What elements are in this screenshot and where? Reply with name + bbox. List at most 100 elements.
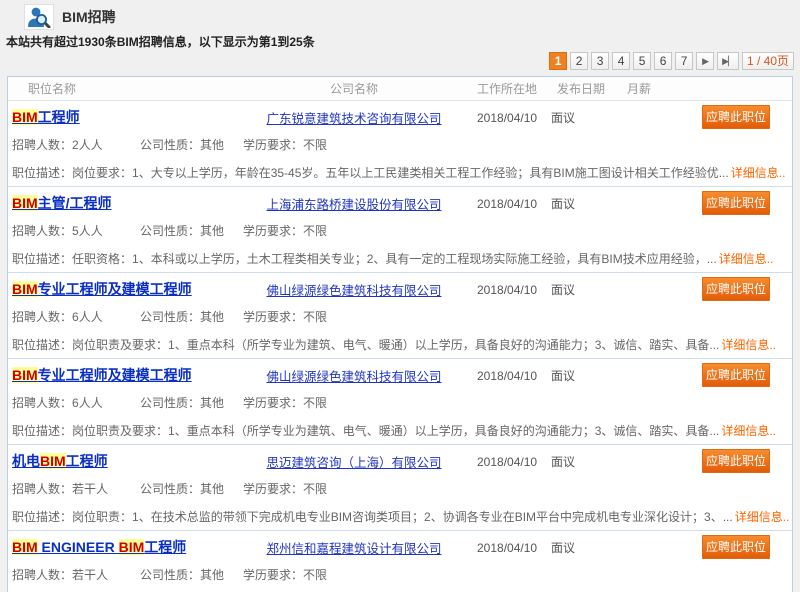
- more-info-link[interactable]: 详细信息..: [731, 164, 786, 181]
- education-pair: 学历要求：不限: [243, 222, 327, 239]
- job-company-link[interactable]: 佛山绿源绿色建筑科技有限公司: [266, 370, 441, 384]
- job-row-info-line: 招聘人数：若干人 公司性质：其他 学历要求：不限: [8, 561, 792, 588]
- header-salary: 月薪: [627, 80, 792, 97]
- job-title-cell: BIM专业工程师及建模工程师: [8, 279, 231, 299]
- company-nature-pair: 公司性质：其他: [140, 566, 243, 583]
- apply-button[interactable]: 应聘此职位: [702, 277, 770, 301]
- recruit-count-pair: 招聘人数：若干人: [12, 566, 140, 583]
- header-company: 公司名称: [231, 80, 477, 97]
- job-title-link[interactable]: 机电BIM工程师: [12, 453, 108, 469]
- header-post-date: 发布日期: [557, 80, 627, 97]
- job-company-cell: 思迈建筑咨询（上海）有限公司: [231, 452, 477, 471]
- company-nature-pair: 公司性质：其他: [140, 308, 243, 325]
- table-header: 职位名称 公司名称 工作所在地 发布日期 月薪: [8, 77, 792, 101]
- job-row-desc-line: 职位描述：任职资格：1、本科及以上学历，具有1年以上工作经验，有施工现场工作经验…: [8, 588, 792, 592]
- more-info-link[interactable]: 详细信息..: [719, 250, 774, 267]
- desc-label: 职位描述：: [12, 508, 72, 525]
- page-button-2[interactable]: 2: [570, 52, 588, 70]
- job-date-salary-cell: 2018/04/10面议: [477, 539, 637, 556]
- desc-label: 职位描述：: [12, 164, 72, 181]
- recruit-count-label: 招聘人数：: [12, 568, 72, 582]
- company-nature-label: 公司性质：: [140, 224, 200, 238]
- apply-button[interactable]: 应聘此职位: [702, 191, 770, 215]
- more-info-link[interactable]: 详细信息..: [721, 422, 776, 439]
- title-text: 专业工程师及建模工程师: [38, 367, 192, 383]
- job-company-link[interactable]: 郑州信和嘉程建筑设计有限公司: [266, 542, 441, 556]
- page-button-7[interactable]: 7: [675, 52, 693, 70]
- apply-button[interactable]: 应聘此职位: [702, 363, 770, 387]
- job-company-cell: 广东锐意建筑技术咨询有限公司: [231, 108, 477, 127]
- job-title-cell: BIM主管/工程师: [8, 193, 231, 213]
- recruit-count-value: 5人人: [72, 224, 103, 238]
- job-row-info-line: 招聘人数：2人人 公司性质：其他 学历要求：不限: [8, 131, 792, 158]
- job-row-main-line: 机电BIM工程师 思迈建筑咨询（上海）有限公司 2018/04/10面议 应聘此…: [8, 445, 792, 475]
- job-company-cell: 上海浦东路桥建设股份有限公司: [231, 194, 477, 213]
- page-button-3[interactable]: 3: [591, 52, 609, 70]
- more-info-link[interactable]: 详细信息..: [721, 336, 776, 353]
- job-post-date: 2018/04/10: [477, 111, 551, 125]
- job-post-date: 2018/04/10: [477, 283, 551, 297]
- title-text: 工程师: [38, 109, 80, 125]
- desc-label: 职位描述：: [12, 250, 72, 267]
- job-row-desc-line: 职位描述：岗位职责及要求：1、重点本科（所学专业为建筑、电气、暖通）以上学历，具…: [8, 330, 792, 358]
- job-company-link[interactable]: 上海浦东路桥建设股份有限公司: [266, 198, 441, 212]
- job-row-info-line: 招聘人数：6人人 公司性质：其他 学历要求：不限: [8, 303, 792, 330]
- more-info-link[interactable]: 详细信息..: [735, 508, 790, 525]
- desc-label: 职位描述：: [12, 422, 72, 439]
- desc-text: 岗位职责及要求：1、重点本科（所学专业为建筑、电气、暖通）以上学历，具备良好的沟…: [72, 336, 719, 353]
- last-page-button[interactable]: ▶▏: [717, 52, 739, 70]
- keyword-highlight: BIM: [12, 195, 38, 211]
- job-salary: 面议: [551, 455, 575, 469]
- education-pair: 学历要求：不限: [243, 308, 327, 325]
- keyword-highlight: BIM: [119, 539, 145, 555]
- recruit-count-label: 招聘人数：: [12, 482, 72, 496]
- education-label: 学历要求：: [243, 482, 303, 496]
- recruit-count-value: 6人人: [72, 396, 103, 410]
- job-row-main-line: BIM ENGINEER BIM工程师 郑州信和嘉程建筑设计有限公司 2018/…: [8, 531, 792, 561]
- job-title-link[interactable]: BIM专业工程师及建模工程师: [12, 281, 192, 297]
- page-button-1[interactable]: 1: [549, 52, 567, 70]
- apply-button[interactable]: 应聘此职位: [702, 449, 770, 473]
- job-company-link[interactable]: 佛山绿源绿色建筑科技有限公司: [266, 284, 441, 298]
- last-page-icon: ▶▏: [722, 56, 734, 66]
- job-title-link[interactable]: BIM工程师: [12, 109, 80, 125]
- job-row: BIM ENGINEER BIM工程师 郑州信和嘉程建筑设计有限公司 2018/…: [8, 531, 792, 592]
- job-post-date: 2018/04/10: [477, 197, 551, 211]
- job-row-desc-line: 职位描述：岗位职责：1、在技术总监的带领下完成机电专业BIM咨询类项目；2、协调…: [8, 502, 792, 530]
- company-nature-label: 公司性质：: [140, 482, 200, 496]
- next-page-button[interactable]: ▶: [696, 52, 714, 70]
- recruit-count-pair: 招聘人数：6人人: [12, 308, 140, 325]
- education-value: 不限: [303, 138, 327, 152]
- stats-line: 本站共有超过1930条BIM招聘信息，以下显示为第1到25条: [0, 30, 800, 48]
- page-button-5[interactable]: 5: [633, 52, 651, 70]
- company-nature-value: 其他: [200, 568, 224, 582]
- recruit-count-pair: 招聘人数：2人人: [12, 136, 140, 153]
- apply-button[interactable]: 应聘此职位: [702, 535, 770, 559]
- education-pair: 学历要求：不限: [243, 566, 327, 583]
- job-company-link[interactable]: 思迈建筑咨询（上海）有限公司: [266, 456, 441, 470]
- company-nature-label: 公司性质：: [140, 310, 200, 324]
- job-date-salary-cell: 2018/04/10面议: [477, 453, 637, 470]
- page-button-6[interactable]: 6: [654, 52, 672, 70]
- header-job-title: 职位名称: [8, 80, 231, 97]
- job-title-link[interactable]: BIM主管/工程师: [12, 195, 112, 211]
- job-post-date: 2018/04/10: [477, 541, 551, 555]
- job-row: 机电BIM工程师 思迈建筑咨询（上海）有限公司 2018/04/10面议 应聘此…: [8, 445, 792, 531]
- job-row-info-line: 招聘人数：6人人 公司性质：其他 学历要求：不限: [8, 389, 792, 416]
- company-nature-label: 公司性质：: [140, 568, 200, 582]
- company-nature-value: 其他: [200, 310, 224, 324]
- job-post-date: 2018/04/10: [477, 369, 551, 383]
- apply-button[interactable]: 应聘此职位: [702, 105, 770, 129]
- education-label: 学历要求：: [243, 138, 303, 152]
- next-page-icon: ▶: [702, 56, 708, 66]
- job-title-link[interactable]: BIM专业工程师及建模工程师: [12, 367, 192, 383]
- job-post-date: 2018/04/10: [477, 455, 551, 469]
- job-salary: 面议: [551, 197, 575, 211]
- company-nature-label: 公司性质：: [140, 138, 200, 152]
- education-label: 学历要求：: [243, 224, 303, 238]
- page-button-4[interactable]: 4: [612, 52, 630, 70]
- company-nature-label: 公司性质：: [140, 396, 200, 410]
- job-title-link[interactable]: BIM ENGINEER BIM工程师: [12, 539, 186, 555]
- job-company-cell: 郑州信和嘉程建筑设计有限公司: [231, 538, 477, 557]
- job-company-link[interactable]: 广东锐意建筑技术咨询有限公司: [266, 112, 441, 126]
